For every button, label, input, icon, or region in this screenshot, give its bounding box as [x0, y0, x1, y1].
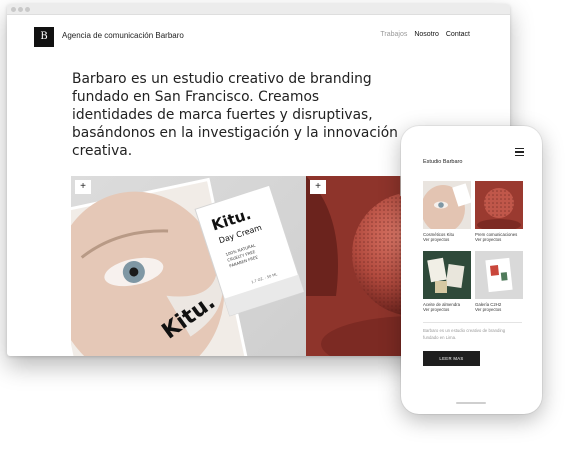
divider: [423, 322, 522, 323]
plus-icon[interactable]: +: [310, 180, 326, 194]
hero-text: Barbaro es un estudio creativo de brandi…: [72, 71, 398, 159]
thumb-prem-comunicaciones[interactable]: [475, 181, 523, 229]
phone-blurb: Barbaro es un estudio creativo de brandi…: [423, 328, 506, 340]
window-dot: [11, 7, 16, 12]
kitu-project-image[interactable]: Kitu. Kitu. Day Cream 100% NATURAL CRUEL…: [71, 176, 306, 356]
window-dot: [25, 7, 30, 12]
caption-cosmeticos-kitu[interactable]: Cosméticos Kitu Ver proyectos: [423, 232, 454, 242]
kitu-illustration: Kitu. Kitu. Day Cream 100% NATURAL CRUEL…: [71, 177, 305, 356]
brand-name[interactable]: Agencia de comunicación Barbaro: [62, 31, 184, 40]
phone-mockup: Estudio Barbaro Cosméticos Kitu Ver proy…: [401, 126, 542, 414]
home-indicator: [456, 402, 486, 404]
caption-aceite-de-almendra[interactable]: Aceite de almendra Ver proyectos: [423, 302, 460, 312]
hamburger-menu-icon[interactable]: [515, 148, 524, 157]
thumb-face-art: [423, 183, 471, 229]
caption-prem-comunicaciones[interactable]: Prem comunicaciones Ver proyectos: [475, 232, 517, 242]
thumb-speaker-art: [477, 188, 521, 229]
thumb-gallery-art: [485, 257, 513, 293]
item-link[interactable]: Ver proyectos: [475, 307, 501, 312]
read-more-button[interactable]: LEER MAS: [423, 351, 480, 366]
logo[interactable]: B: [34, 27, 54, 47]
nav-link-trabajos[interactable]: Trabajos: [380, 31, 407, 38]
plus-icon[interactable]: +: [75, 180, 91, 194]
site-header: B Agencia de comunicación Barbaro Trabaj…: [7, 15, 510, 65]
item-link[interactable]: Ver proyectos: [475, 237, 517, 242]
nav-link-nosotros[interactable]: Nosotro: [414, 31, 439, 38]
thumb-aceite-de-almendra[interactable]: [423, 251, 471, 299]
thumb-galeria-c2h2[interactable]: [475, 251, 523, 299]
thumb-cosmeticos-kitu[interactable]: [423, 181, 471, 229]
thumb-packaging-art: [427, 257, 465, 293]
item-link[interactable]: Ver proyectos: [423, 307, 460, 312]
nav-link-contact[interactable]: Contact: [446, 31, 470, 38]
phone-site-title[interactable]: Estudio Barbaro: [423, 159, 462, 165]
caption-galeria-c2h2[interactable]: Galería C2H2 Ver proyectos: [475, 302, 501, 312]
browser-title-bar: [7, 4, 510, 15]
item-link[interactable]: Ver proyectos: [423, 237, 454, 242]
main-nav: Trabajos Nosotro Contact: [380, 31, 470, 38]
window-dot: [18, 7, 23, 12]
